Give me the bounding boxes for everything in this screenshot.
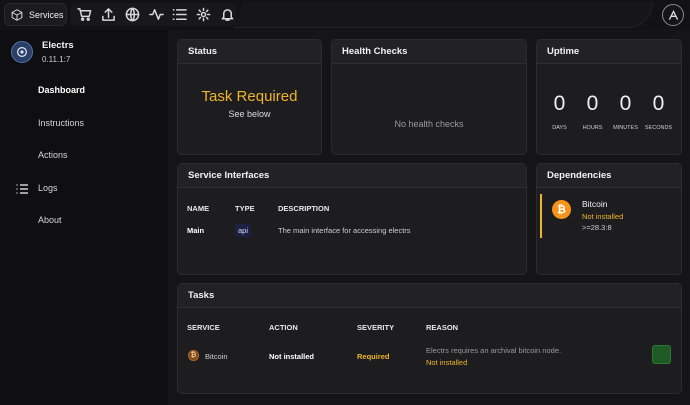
upload-icon[interactable]	[100, 6, 118, 24]
activity-icon[interactable]	[147, 6, 165, 24]
column-header-action: ACTION	[269, 323, 298, 332]
globe-icon[interactable]	[123, 6, 141, 24]
uptime-days: 0 DAYS	[545, 92, 575, 131]
top-bar: Services	[0, 0, 690, 30]
uptime-title: Uptime	[537, 40, 681, 64]
column-header-description: DESCRIPTION	[278, 204, 330, 213]
dependencies-title: Dependencies	[537, 164, 681, 188]
sidebar-item-label: Dashboard	[38, 85, 86, 96]
interface-description: The main interface for accessing electrs	[278, 226, 411, 235]
gear-icon[interactable]	[195, 6, 213, 24]
sidebar-item-about[interactable]: About	[0, 204, 168, 237]
service-interfaces-title: Service Interfaces	[178, 164, 526, 188]
dependencies-card: Dependencies ₿ Bitcoin Not installed >=2…	[536, 163, 682, 275]
sidebar-item-label: Logs	[38, 182, 58, 193]
task-service: Bitcoin	[205, 352, 228, 361]
health-checks-card: Health Checks No health checks	[331, 39, 527, 155]
sidebar-item-label: About	[38, 215, 62, 226]
uptime-label: DAYS	[552, 125, 567, 131]
cube-icon	[11, 8, 23, 21]
uptime-value: 0	[553, 92, 566, 115]
column-header-severity: SEVERITY	[357, 323, 395, 332]
sidebar-item-dashboard[interactable]: Dashboard	[0, 74, 168, 107]
sidebar-nav: Dashboard Instructions Actions Logs Abou…	[0, 74, 168, 237]
uptime-label: SECONDS	[644, 125, 673, 131]
interface-type-badge: api	[235, 224, 252, 237]
uptime-minutes: 0 MINUTES	[611, 92, 641, 131]
uptime-seconds: 0 SECONDS	[644, 92, 674, 131]
column-header-service: SERVICE	[187, 323, 220, 332]
task-reason: Electrs requires an archival bitcoin nod…	[426, 346, 562, 355]
status-subtext: See below	[228, 109, 271, 119]
top-decor-strip	[233, 2, 655, 28]
service-name: Electrs	[42, 40, 74, 51]
start9-logo-icon[interactable]	[662, 4, 684, 26]
uptime-value: 0	[652, 92, 665, 115]
tasks-card: Tasks SERVICE ACTION SEVERITY REASON ₿ B…	[177, 283, 682, 394]
uptime-label: HOURS	[582, 125, 603, 131]
dependency-item-bitcoin[interactable]: ₿ Bitcoin Not installed >=28.3:8	[540, 194, 681, 238]
top-nav-icons	[70, 3, 236, 26]
main-content: Status Task Required See below Health Ch…	[168, 30, 690, 405]
sidebar: Electrs 0.11.1:7 Dashboard Instructions …	[0, 30, 168, 405]
services-button[interactable]: Services	[4, 3, 67, 26]
service-header: Electrs 0.11.1:7	[11, 40, 74, 64]
sidebar-item-instructions[interactable]: Instructions	[0, 107, 168, 140]
bitcoin-icon: ₿	[552, 200, 571, 219]
list-icon	[16, 183, 28, 194]
uptime-label: MINUTES	[613, 125, 638, 131]
status-state: Task Required	[201, 88, 298, 105]
sidebar-item-label: Instructions	[38, 117, 85, 128]
bell-icon[interactable]	[218, 6, 236, 24]
uptime-hours: 0 HOURS	[578, 92, 608, 131]
column-header-name: NAME	[187, 204, 210, 213]
cart-icon[interactable]	[76, 6, 94, 24]
list-icon[interactable]	[171, 6, 189, 24]
service-version: 0.11.1:7	[42, 55, 71, 64]
column-header-reason: REASON	[426, 323, 459, 332]
uptime-row: 0 DAYS 0 HOURS 0 MINUTES 0 SECONDS	[537, 92, 681, 131]
tasks-title: Tasks	[178, 284, 681, 308]
status-card: Status Task Required See below	[177, 39, 322, 155]
dependency-version: >=28.3:8	[582, 223, 612, 232]
status-card-title: Status	[178, 40, 321, 64]
task-severity: Required	[357, 352, 390, 361]
electrs-logo-icon	[11, 41, 33, 63]
service-interfaces-card: Service Interfaces NAME TYPE DESCRIPTION…	[177, 163, 527, 275]
task-run-button[interactable]	[652, 345, 671, 364]
task-reason-status: Not installed	[426, 358, 468, 367]
health-checks-title: Health Checks	[332, 40, 526, 64]
services-label: Services	[29, 9, 64, 20]
bitcoin-icon: ₿	[188, 350, 199, 361]
interface-name: Main	[187, 226, 205, 235]
uptime-value: 0	[586, 92, 599, 115]
column-header-type: TYPE	[235, 204, 255, 213]
health-checks-empty: No health checks	[394, 119, 464, 129]
sidebar-item-label: Actions	[38, 150, 68, 161]
task-action: Not installed	[269, 352, 315, 361]
uptime-card: Uptime 0 DAYS 0 HOURS 0 MINUTES 0 SECOND…	[536, 39, 682, 155]
uptime-value: 0	[619, 92, 632, 115]
sidebar-item-actions[interactable]: Actions	[0, 139, 168, 172]
sidebar-item-logs[interactable]: Logs	[0, 172, 168, 205]
dependency-status: Not installed	[582, 212, 624, 221]
dependency-name: Bitcoin	[582, 199, 608, 209]
